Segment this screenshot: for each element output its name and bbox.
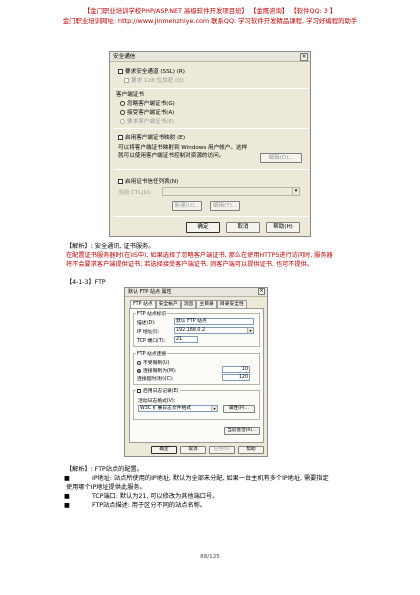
edit-mapping-button[interactable]: 编辑(D)... xyxy=(260,153,302,163)
mapping-description-line-1: 可以将客户端证书映射到 Windows 用户帐户。这样 xyxy=(118,145,248,151)
enable-logging-checkbox[interactable]: 启用日志记录(E) xyxy=(136,387,180,394)
require-128bit-checkbox[interactable]: 要求 128 位加密 (Q) xyxy=(124,76,184,84)
checkbox-box[interactable] xyxy=(118,179,123,184)
bullet-ftp-description: ■ FTP站点描述: 用于区分不同的站点名称。 xyxy=(64,502,207,509)
ip-address-select[interactable]: 192.168.0.2 ▾ xyxy=(174,327,254,334)
radio-circle[interactable] xyxy=(137,369,141,373)
mapping-description-line-2: 就可以使用客户端证书控制对资源的访问。 xyxy=(118,153,225,159)
radio-circle[interactable] xyxy=(120,101,125,106)
radio-circle[interactable] xyxy=(120,110,125,115)
checkbox-box[interactable] xyxy=(118,69,123,74)
radio-unlimited[interactable]: 不受限制(U) xyxy=(137,359,169,366)
chevron-down-icon[interactable]: ▾ xyxy=(211,406,217,411)
divider xyxy=(114,128,308,129)
timeout-label: 连接超时(秒)(C): xyxy=(137,377,174,382)
analysis-1-heading: 【解析】: 安全通讯, 证书服务。 xyxy=(66,243,155,250)
dialog-titlebar: 默认 FTP 站点 属性 × xyxy=(125,288,267,297)
current-ctl-label: 当前 CTL(U): xyxy=(118,190,152,196)
connection-group-label: FTP 站点连接 xyxy=(136,350,168,357)
bullet-mark: ■ xyxy=(64,475,70,482)
bullet-tcp-port: ■ TCP端口: 默认为21, 可以修改为其他端口号。 xyxy=(64,493,219,500)
divider xyxy=(114,169,308,170)
radio-ignore-client-cert[interactable]: 忽略客户端证书(G) xyxy=(120,99,175,107)
section-heading: 【4-1-3】FTP xyxy=(66,279,106,286)
description-label: 描述(D): xyxy=(137,321,156,326)
ok-button[interactable]: 确定 xyxy=(151,446,177,454)
divider xyxy=(114,216,308,217)
enable-ctl-checkbox[interactable]: 启用证书信任列表(N) xyxy=(118,177,178,185)
dialog-title: 默认 FTP 站点 属性 xyxy=(128,289,172,295)
tab-directory-security[interactable]: 目录安全性 xyxy=(216,300,247,308)
log-format-select[interactable]: W3C 扩展日志文件格式 ▾ xyxy=(138,405,218,412)
tcp-port-input[interactable]: 21 xyxy=(174,336,198,343)
client-cert-group-label: 客户端证书 xyxy=(116,92,144,98)
edit-ctl-button[interactable]: 编辑(T)... xyxy=(210,201,240,211)
secure-communication-dialog: 安全通信 × 要求安全通道 (SSL) (R) 要求 128 位加密 (Q) 客… xyxy=(109,51,311,237)
chevron-down-icon[interactable]: ▾ xyxy=(247,328,253,333)
active-log-format-label: 活动日志格式(V): xyxy=(138,399,176,404)
tcp-port-label: TCP 端口(T): xyxy=(137,339,166,344)
close-icon[interactable]: × xyxy=(300,53,308,61)
checkbox-box[interactable] xyxy=(118,135,123,140)
bullet-mark: ■ xyxy=(64,493,70,500)
log-properties-button[interactable]: 属性(P)... xyxy=(223,405,255,413)
tab-messages[interactable]: 消息 xyxy=(180,300,197,308)
radio-limited[interactable]: 连接限制为(M): xyxy=(137,367,176,374)
tab-ftp-site[interactable]: FTP 站点 xyxy=(130,300,156,308)
bullet-ip-address: ■ IP地址: 站点所使用的IP地址, 默认为全部未分配, 如果一台主机有多个IP… xyxy=(64,475,329,482)
cancel-button[interactable]: 取消 xyxy=(180,446,206,454)
ok-button[interactable]: 确定 xyxy=(186,222,220,233)
timeout-input[interactable]: 120 xyxy=(222,374,250,381)
cancel-button[interactable]: 取消 xyxy=(226,222,260,233)
analysis-2-heading: 【解析】: FTP站点的配置。 xyxy=(66,466,143,473)
analysis-1-line-2: 在配置证书服务器时(在IIS中), 如果选择了忽略客户端证书, 那么在使用HTT… xyxy=(66,252,333,259)
chevron-down-icon[interactable]: ▾ xyxy=(292,188,299,195)
radio-accept-client-cert[interactable]: 接受客户端证书(A) xyxy=(120,108,174,116)
page-number: 88/125 xyxy=(200,554,220,560)
ident-group-label: FTP 站点标识 xyxy=(136,310,168,317)
ip-address-label: IP 地址(I): xyxy=(137,330,160,335)
header-line-1: 【金门职业培训学校PHP/ASP.NET 高级软件开发项目班】 【金鹰咨询】 【… xyxy=(83,7,337,15)
tab-strip: FTP 站点 安全帐户 消息 主目录 目录安全性 xyxy=(130,300,247,308)
analysis-1-line-3: 将不会要求客户端提供证书; 若选择接受客户端证书, 则客户端可以提供证书, 也可… xyxy=(66,261,314,268)
bullet-ip-address-continued: 使用哪个IP地址提供此服务。 xyxy=(66,484,146,491)
require-ssl-checkbox[interactable]: 要求安全通道 (SSL) (R) xyxy=(118,67,185,75)
tab-home-directory[interactable]: 主目录 xyxy=(196,300,217,308)
header-line-2: 金门职业培训网址: http://www.jinmenzhiye.com 联系Q… xyxy=(62,17,358,25)
current-sessions-button[interactable]: 当前会话(R)... xyxy=(224,427,260,435)
enable-cert-mapping-checkbox[interactable]: 启用客户端证书映射 (E) xyxy=(118,133,185,141)
ftp-site-tab-panel: FTP 站点标识 描述(D): 默认 FTP 站点 IP 地址(I): 192.… xyxy=(129,308,264,443)
radio-require-client-cert[interactable]: 要求客户端证书(E) xyxy=(120,117,174,125)
divider xyxy=(114,88,308,89)
help-button[interactable]: 帮助(H) xyxy=(266,222,300,233)
apply-button[interactable]: 应用(A) xyxy=(209,446,235,454)
radio-circle[interactable] xyxy=(137,361,141,365)
ftp-site-properties-dialog: 默认 FTP 站点 属性 × FTP 站点 安全帐户 消息 主目录 目录安全性 FTP … xyxy=(124,287,268,457)
description-input[interactable]: 默认 FTP 站点 xyxy=(174,318,254,325)
tab-security-accounts[interactable]: 安全帐户 xyxy=(155,300,181,308)
dialog-title: 安全通信 xyxy=(113,54,136,60)
connection-limit-input[interactable]: 10 xyxy=(222,366,250,373)
current-ctl-select[interactable]: ▾ xyxy=(162,187,300,196)
help-button[interactable]: 帮助 xyxy=(238,446,264,454)
dialog-titlebar: 安全通信 × xyxy=(110,52,310,62)
new-ctl-button[interactable]: 新建(U)... xyxy=(172,201,202,211)
radio-circle[interactable] xyxy=(120,119,125,124)
close-icon[interactable]: × xyxy=(258,288,265,295)
checkbox-box[interactable] xyxy=(137,389,141,393)
checkbox-box[interactable] xyxy=(124,78,129,83)
bullet-mark: ■ xyxy=(64,502,70,509)
